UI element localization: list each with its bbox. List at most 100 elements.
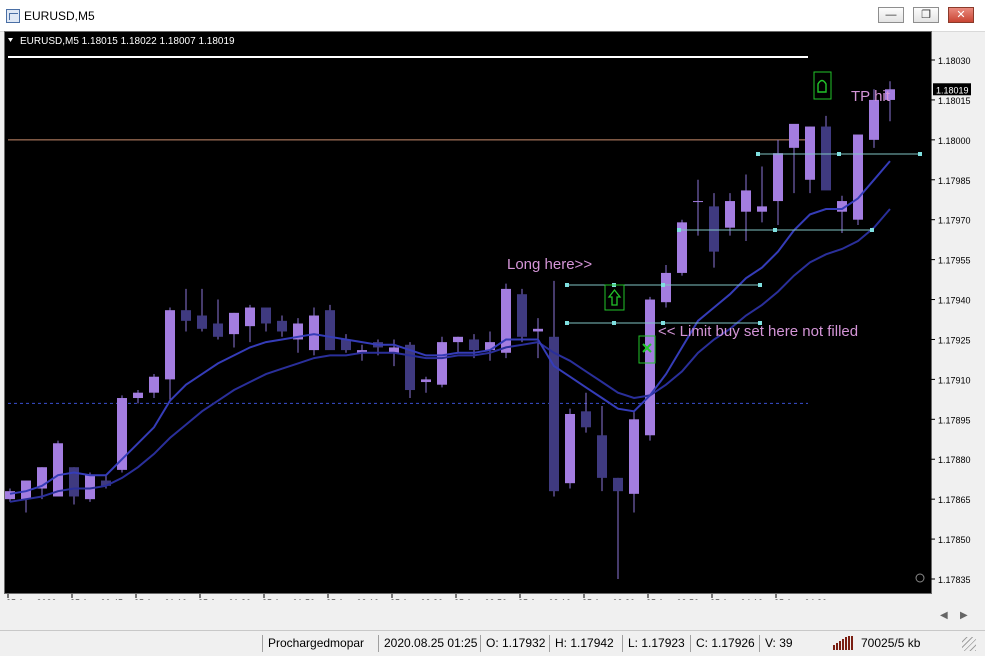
trade-levels: [565, 152, 922, 325]
candle-body: [229, 312, 239, 335]
candle: [245, 304, 255, 343]
candle-body: [869, 99, 879, 140]
candle: [533, 318, 543, 359]
price-tick-label: 1.17940: [938, 296, 971, 306]
candle: [261, 307, 271, 332]
time-tick-label: 25 Aug 02:30: [390, 598, 443, 600]
candle-body: [725, 201, 735, 228]
time-tick-label: 25 Aug 01:30: [198, 598, 251, 600]
time-tick-label: 25 Aug 03:10: [518, 598, 571, 600]
price-tick-label: 1.17910: [938, 375, 971, 385]
status-high: H: 1.17942: [549, 635, 620, 652]
candle-body: [421, 379, 431, 383]
candle-body: [741, 190, 751, 212]
candle: [821, 115, 831, 191]
candle: [181, 288, 191, 332]
candle: [629, 411, 639, 513]
price-tick-label: 1.18030: [938, 56, 971, 66]
candle-body: [773, 153, 783, 202]
candle: [789, 123, 799, 194]
candle-body: [533, 328, 543, 332]
current-price-label: 1.18019: [936, 85, 969, 95]
price-tick-label: 1.17970: [938, 216, 971, 226]
candle-body: [853, 134, 863, 220]
candle: [757, 166, 767, 223]
price-tick-label: 1.17880: [938, 455, 971, 465]
candle: [149, 374, 159, 399]
candle: [581, 392, 591, 433]
long-here-annotation[interactable]: Long here>>: [507, 256, 592, 273]
candle-body: [645, 299, 655, 436]
candle-body: [325, 310, 335, 351]
price-tick-label: 1.17895: [938, 415, 971, 425]
time-tick-label: 25 Aug 04:10: [710, 598, 763, 600]
candle-body: [613, 477, 623, 492]
candle: [165, 307, 175, 401]
candle: [117, 395, 127, 473]
candle: [741, 174, 751, 241]
chart-close-icon[interactable]: [915, 573, 925, 583]
status-close: C: 1.17926: [690, 635, 760, 652]
price-tick-label: 1.17955: [938, 256, 971, 266]
candle-body: [213, 323, 223, 337]
candle-body: [805, 126, 815, 180]
price-tick-label: 1.17925: [938, 335, 971, 345]
price-tick-label: 1.17865: [938, 495, 971, 505]
candle-body: [197, 315, 207, 329]
candle-body: [133, 392, 143, 399]
candle-body: [261, 307, 271, 324]
candle: [437, 336, 447, 388]
time-axis[interactable]: 25 Aug 2020 25 Aug 00:45 25 Aug 01:10 25 Au…: [6, 594, 827, 600]
candle: [133, 390, 143, 404]
candle: [325, 304, 335, 351]
scroll-left-icon[interactable]: ◀: [940, 610, 948, 621]
time-tick-label: 25 Aug 01:50: [262, 598, 315, 600]
candle-body: [757, 206, 767, 212]
candle: [421, 376, 431, 393]
resize-grip-icon[interactable]: [962, 637, 976, 651]
candle-body: [629, 419, 639, 494]
candle: [613, 477, 623, 579]
candle-body: [597, 435, 607, 478]
candle-body: [789, 123, 799, 148]
candle: [277, 315, 287, 337]
time-tick-label: 25 Aug 2020: [6, 598, 57, 600]
candle: [853, 134, 863, 226]
price-tick-label: 1.18015: [938, 96, 971, 106]
ma-slow-line: [9, 208, 891, 503]
candle-body: [661, 272, 671, 303]
status-traffic: 70025/5 kb: [861, 636, 921, 650]
time-tick-label: 25 Aug 02:10: [326, 598, 379, 600]
candle-body: [469, 339, 479, 351]
time-tick-label: 25 Aug 04:30: [774, 598, 827, 600]
candle-body: [821, 126, 831, 191]
candle-body: [245, 307, 255, 327]
price-axis[interactable]: 1.18030 1.18015 1.18000 1.17985 1.17970 1.179…: [931, 56, 971, 585]
candle-body: [149, 376, 159, 393]
candle: [53, 440, 63, 497]
status-volume: V: 39: [759, 635, 823, 652]
time-tick-label: 25 Aug 03:50: [646, 598, 699, 600]
time-tick-label: 25 Aug 02:50: [454, 598, 507, 600]
take-profit-icon: [813, 71, 832, 100]
price-tick-label: 1.17850: [938, 535, 971, 545]
price-chart[interactable]: Long here>> << Limit buy set here not fi…: [0, 0, 985, 600]
limit-buy-annotation[interactable]: << Limit buy set here not filled: [658, 323, 858, 340]
scroll-right-icon[interactable]: ▶: [960, 610, 968, 621]
candle-body: [501, 288, 511, 353]
candle: [837, 195, 847, 233]
price-tick-label: 1.17985: [938, 176, 971, 186]
candle-body: [517, 294, 527, 337]
candle: [229, 312, 239, 348]
candle: [597, 406, 607, 492]
status-profile: Prochargedmopar: [262, 635, 378, 652]
candle-body: [709, 206, 719, 252]
candle-body: [693, 201, 703, 203]
status-datetime: 2020.08.25 01:25: [378, 635, 481, 652]
time-tick-label: 25 Aug 03:30: [582, 598, 635, 600]
candle: [309, 307, 319, 356]
status-low: L: 1.17923: [622, 635, 692, 652]
tp-hit-annotation[interactable]: TP hit: [851, 88, 891, 105]
candle-body: [165, 310, 175, 380]
candle-body: [309, 315, 319, 351]
